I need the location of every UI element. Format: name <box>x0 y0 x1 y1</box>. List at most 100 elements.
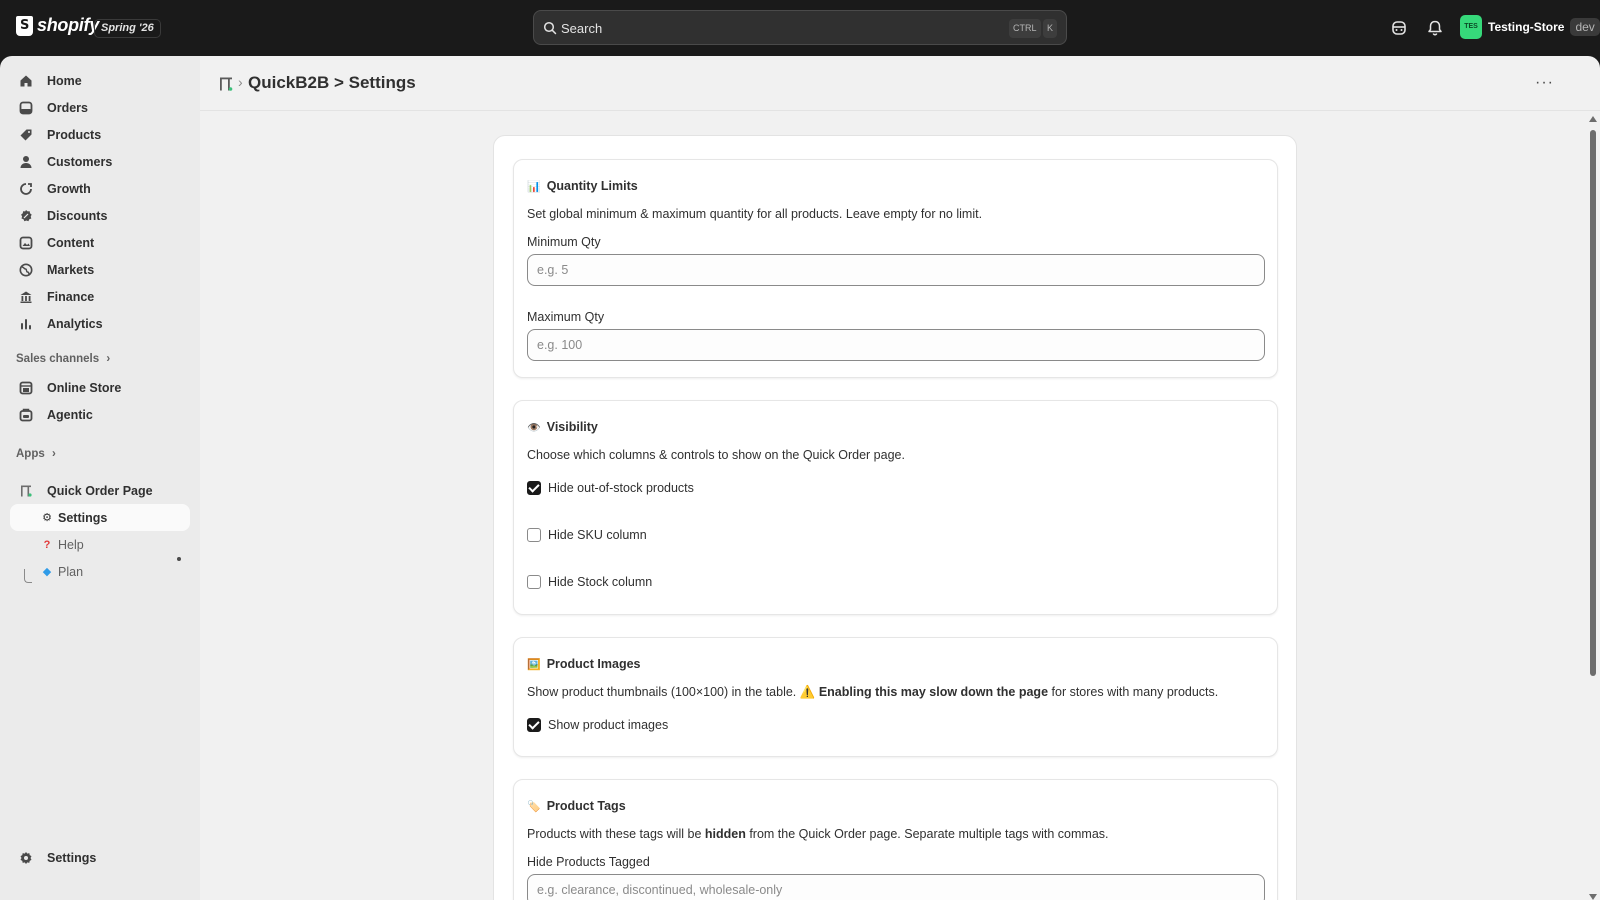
hide-out-of-stock-checkbox[interactable] <box>527 481 541 495</box>
shortcut-ctrl-key: CTRL <box>1009 19 1041 38</box>
sidebar-subitem-plan[interactable]: ◆ Plan <box>10 558 190 585</box>
visibility-description: Choose which columns & controls to show … <box>527 448 905 462</box>
chevron-right-icon: › <box>106 353 111 365</box>
description-bold-text: hidden <box>704 827 746 841</box>
sidebar-subitem-help[interactable]: ? Help <box>10 531 190 558</box>
hide-stock-checkbox-row[interactable]: Hide Stock column <box>527 575 652 589</box>
brand-name: shopify <box>37 15 99 35</box>
sidebar-item-agentic[interactable]: Agentic <box>10 401 190 428</box>
gem-icon: ◆ <box>42 566 52 578</box>
home-icon <box>18 73 34 89</box>
scrollbar-thumb[interactable] <box>1590 130 1596 676</box>
tag-icon <box>18 127 34 143</box>
app-icon[interactable] <box>219 76 233 92</box>
sales-channels-heading[interactable]: Sales channels › <box>16 353 110 365</box>
question-mark-icon: ? <box>43 538 51 551</box>
sidebar-item-label: Growth <box>47 181 91 196</box>
checkbox-label: Hide Stock column <box>548 575 653 589</box>
sidebar-item-label: Finance <box>47 289 95 304</box>
hide-sku-checkbox[interactable] <box>527 528 541 542</box>
visibility-title: 👁️ Visibility <box>527 420 598 434</box>
checkbox-label: Hide SKU column <box>548 528 647 542</box>
section-title-text: Product Tags <box>546 799 626 813</box>
show-product-images-checkbox-row[interactable]: Show product images <box>527 718 668 732</box>
shopify-logo[interactable]: shopify <box>16 15 99 36</box>
bar-chart-icon <box>18 316 34 332</box>
sidebar-item-label: Settings <box>47 850 97 865</box>
sidebar-item-markets[interactable]: Markets <box>10 256 190 283</box>
growth-icon <box>18 181 34 197</box>
sidebar-subitem-settings[interactable]: ⚙ Settings <box>10 504 190 531</box>
agentic-icon <box>18 407 34 423</box>
chevron-right-icon: › <box>51 448 56 460</box>
visibility-card: 👁️ Visibility Choose which columns & con… <box>513 400 1278 615</box>
search-placeholder: Search <box>561 21 603 36</box>
product-images-description: Show product thumbnails (100×100) in the… <box>527 685 1218 700</box>
sidebar-item-label: Analytics <box>47 316 103 331</box>
gear-icon: ⚙ <box>42 512 52 524</box>
apps-label: Apps <box>16 448 45 460</box>
hide-stock-checkbox[interactable] <box>527 575 541 589</box>
search-icon <box>543 21 557 35</box>
store-avatar: TES <box>1460 15 1482 39</box>
store-name: Testing-Store <box>1488 20 1565 34</box>
tag-emoji-icon: 🏷️ <box>527 800 541 813</box>
scroll-up-arrow-icon[interactable] <box>1589 116 1597 122</box>
sidebar-item-orders[interactable]: Orders <box>10 94 190 121</box>
show-product-images-checkbox[interactable] <box>527 718 541 732</box>
store-switcher[interactable]: TES Testing-Store dev <box>1460 15 1600 39</box>
search-bar[interactable]: Search CTRL K <box>533 10 1067 45</box>
sidebar-item-analytics[interactable]: Analytics <box>10 310 190 337</box>
more-actions-icon[interactable]: ··· <box>1535 74 1554 92</box>
hide-sku-checkbox-row[interactable]: Hide SKU column <box>527 528 647 542</box>
description-text: from the Quick Order page. Separate mult… <box>749 827 1109 841</box>
hide-products-tagged-input[interactable] <box>527 874 1265 900</box>
gear-icon <box>18 850 34 866</box>
content-icon <box>18 235 34 251</box>
description-text: Products with these tags will be <box>527 827 702 841</box>
sidebar-item-label: Online Store <box>47 380 122 395</box>
sidebar-item-content[interactable]: Content <box>10 229 190 256</box>
sidebar-item-label: Content <box>47 235 95 250</box>
globe-icon <box>18 262 34 278</box>
hide-out-of-stock-checkbox-row[interactable]: Hide out-of-stock products <box>527 481 694 495</box>
sidebar-item-quick-order-page[interactable]: Quick Order Page <box>10 477 190 504</box>
page-header: › QuickB2B > Settings ··· <box>200 56 1600 111</box>
maximum-qty-label: Maximum Qty <box>527 310 605 324</box>
product-images-card: 🖼️ Product Images Show product thumbnail… <box>513 637 1278 757</box>
sidebar-item-finance[interactable]: Finance <box>10 283 190 310</box>
scrollbar[interactable] <box>1587 114 1598 900</box>
section-title-text: Quantity Limits <box>546 179 638 193</box>
sidebar-item-settings[interactable]: Settings <box>10 844 190 871</box>
minimum-qty-input[interactable] <box>527 254 1265 286</box>
sidebar-item-discounts[interactable]: Discounts <box>10 202 190 229</box>
picture-emoji-icon: 🖼️ <box>527 658 541 671</box>
scroll-down-arrow-icon[interactable] <box>1589 894 1597 900</box>
sidebar-item-products[interactable]: Products <box>10 121 190 148</box>
shopify-bag-icon <box>16 15 33 36</box>
sidebar-subitem-label: Settings <box>58 510 108 525</box>
product-tags-description: Products with these tags will be hidden … <box>527 827 1109 841</box>
edition-badge[interactable]: Spring '26 <box>94 19 161 38</box>
description-warning-text: Enabling this may slow down the page <box>818 685 1049 699</box>
checkbox-label: Show product images <box>548 718 669 732</box>
sidekick-icon[interactable] <box>1389 18 1409 38</box>
quantity-limits-description: Set global minimum & maximum quantity fo… <box>527 207 983 221</box>
settings-container: 📊 Quantity Limits Set global minimum & m… <box>493 135 1297 900</box>
top-bar: shopify Spring '26 Search CTRL K TES Tes… <box>0 0 1600 56</box>
product-images-title: 🖼️ Product Images <box>527 657 640 671</box>
sidebar-item-home[interactable]: Home <box>10 67 190 94</box>
sidebar-item-online-store[interactable]: Online Store <box>10 374 190 401</box>
sidebar-item-customers[interactable]: Customers <box>10 148 190 175</box>
sidebar-item-label: Agentic <box>47 407 93 422</box>
sidebar-item-growth[interactable]: Growth <box>10 175 190 202</box>
bell-icon[interactable] <box>1425 18 1445 38</box>
maximum-qty-input[interactable] <box>527 329 1265 361</box>
quantity-limits-title: 📊 Quantity Limits <box>527 179 638 193</box>
apps-heading[interactable]: Apps › <box>16 448 56 460</box>
section-title-text: Product Images <box>546 657 641 671</box>
section-title-text: Visibility <box>546 420 598 434</box>
quantity-limits-card: 📊 Quantity Limits Set global minimum & m… <box>513 159 1278 378</box>
bank-icon <box>18 289 34 305</box>
sidebar-item-label: Orders <box>47 100 88 115</box>
